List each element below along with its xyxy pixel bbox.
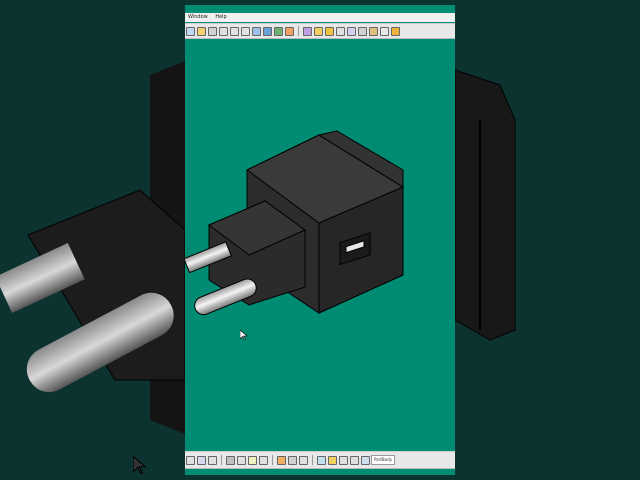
toolbar-separator (221, 455, 222, 465)
toolbar-separator (312, 455, 313, 465)
snap-icon[interactable] (317, 455, 326, 465)
background-cursor-icon (133, 456, 147, 474)
param-icon[interactable] (248, 455, 257, 465)
mouse-cursor-icon (240, 330, 248, 340)
toolbar-separator (272, 455, 273, 465)
catia-viewport-window: Window Help PartBody (185, 5, 455, 475)
constraint-icon[interactable] (350, 455, 359, 465)
3d-model-viewport[interactable] (185, 5, 455, 475)
analysis-icon[interactable] (299, 455, 308, 465)
macro-icon[interactable] (288, 455, 297, 465)
grid-icon[interactable] (339, 455, 348, 465)
table-icon[interactable] (237, 455, 246, 465)
formula-icon[interactable] (197, 455, 206, 465)
work-icon[interactable] (328, 455, 337, 465)
bottom-toolbar: PartBody (185, 451, 455, 469)
query-icon[interactable] (186, 455, 195, 465)
body-icon[interactable] (361, 455, 370, 465)
part-body-selector[interactable]: PartBody (371, 455, 395, 465)
tools-icon[interactable] (277, 455, 286, 465)
options-icon[interactable] (259, 455, 268, 465)
catalog-icon[interactable] (226, 455, 235, 465)
knowledge-icon[interactable] (208, 455, 217, 465)
